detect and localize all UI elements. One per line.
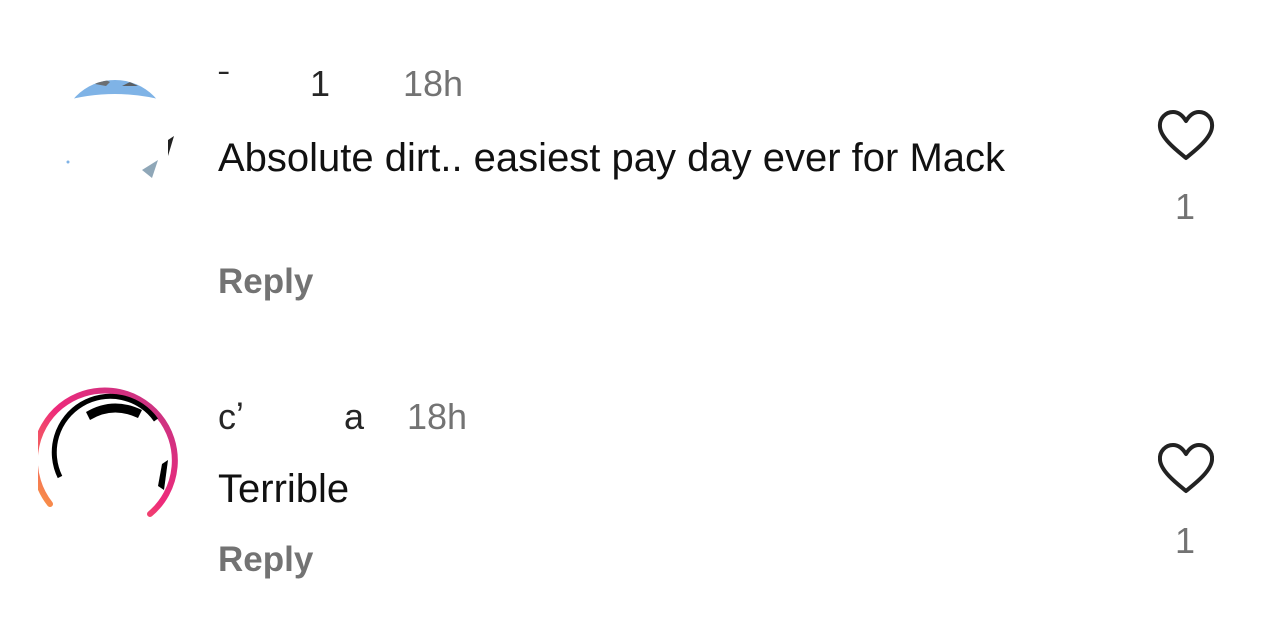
profile-photo-story-ring-icon [31,387,178,517]
reply-button[interactable]: Reply [218,540,313,580]
heart-outline-icon [1157,110,1215,160]
reply-button[interactable]: Reply [218,262,313,302]
like-count: 1 [1174,186,1196,227]
like-button[interactable] [1155,108,1217,164]
avatar[interactable] [31,382,188,532]
like-button[interactable] [1155,441,1217,497]
profile-photo-sky-icon [60,80,174,190]
heart-outline-icon [1157,443,1215,493]
comment-item: cʼ a 18h Terrible Reply 1 [0,340,1280,639]
timestamp: 18h [403,63,464,104]
comment-text: Terrible [218,467,350,511]
like-count: 1 [1174,520,1196,561]
avatar[interactable] [40,60,190,210]
comment-text: Absolute dirt.. easiest pay day ever for… [218,136,1006,180]
username[interactable]: cʼ a [218,396,364,438]
username[interactable]: ˉ 1 [218,63,330,105]
timestamp: 18h [407,396,468,437]
comment-item: ˉ 1 18h Absolute dirt.. easiest pay day … [0,0,1280,340]
